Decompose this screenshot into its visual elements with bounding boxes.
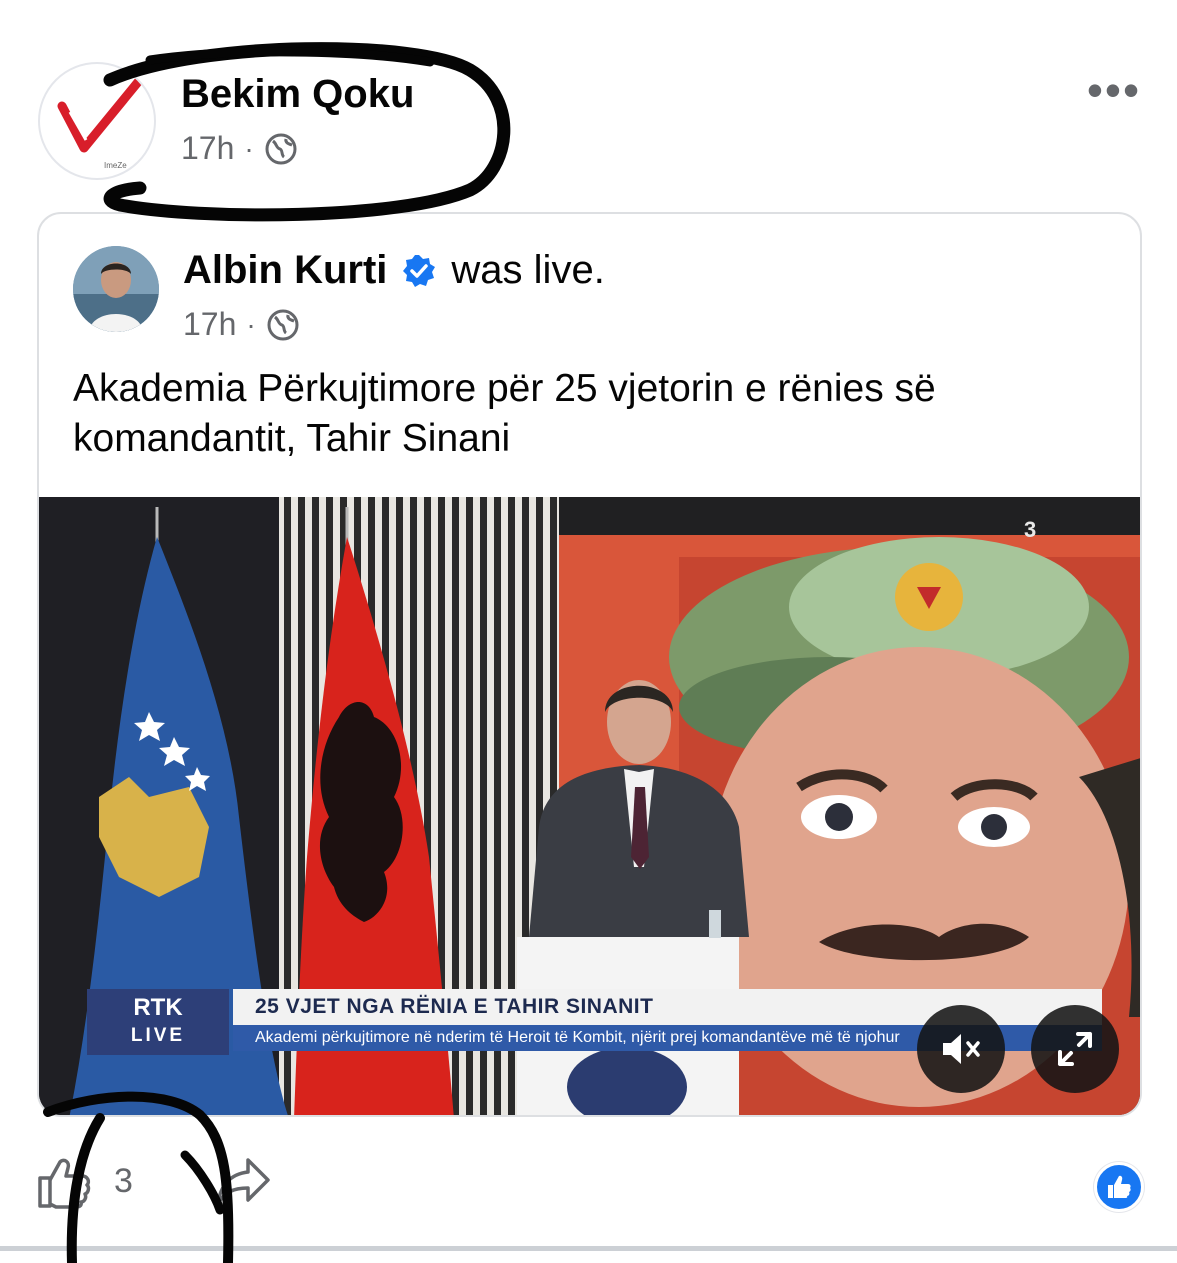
author-line: Albin Kurti was live. bbox=[183, 248, 605, 293]
meta-separator: · bbox=[244, 132, 254, 164]
bottom-divider bbox=[0, 1246, 1177, 1251]
channel-name: RTK bbox=[133, 994, 183, 1021]
post-text: Akademia Përkujtimore për 25 vjetorin e … bbox=[73, 367, 936, 460]
author-name[interactable]: Albin Kurti bbox=[183, 248, 387, 293]
action-bar: 3 bbox=[0, 1140, 1177, 1240]
shared-meta: 17h · bbox=[183, 306, 300, 343]
author-avatar[interactable] bbox=[73, 246, 159, 332]
globe-icon bbox=[265, 133, 297, 164]
post-time[interactable]: 17h bbox=[181, 130, 234, 167]
sharer-name[interactable]: Bekim Qoku bbox=[181, 72, 414, 117]
corner-mark: 3 bbox=[1024, 517, 1036, 542]
like-icon[interactable] bbox=[36, 1154, 92, 1210]
share-icon[interactable] bbox=[214, 1156, 272, 1208]
sharer-avatar[interactable]: ImeZe bbox=[38, 62, 156, 180]
more-options-icon[interactable]: ••• bbox=[1084, 67, 1144, 113]
mute-icon bbox=[943, 1034, 980, 1064]
live-video-player[interactable]: 3 RTK LIVE 25 VJET NGA RËNIA E TAHIR SIN… bbox=[39, 497, 1140, 1115]
shared-time[interactable]: 17h bbox=[183, 306, 236, 343]
shared-meta-separator: · bbox=[246, 308, 256, 340]
globe-icon bbox=[267, 309, 299, 340]
like-reaction-icon[interactable] bbox=[1094, 1162, 1144, 1212]
fullscreen-icon bbox=[1058, 1032, 1092, 1066]
post-header: ImeZe Bekim Qoku 17h · ••• bbox=[0, 0, 1177, 200]
shared-post-card[interactable]: Albin Kurti was live. 17h · Akademia Për… bbox=[37, 212, 1142, 1117]
avatar-caption: ImeZe bbox=[104, 161, 127, 170]
mute-button[interactable] bbox=[917, 1005, 1005, 1093]
post-meta: 17h · bbox=[181, 130, 298, 167]
like-count[interactable]: 3 bbox=[114, 1162, 133, 1201]
verified-badge-icon bbox=[403, 254, 436, 287]
live-status: was live. bbox=[451, 248, 605, 292]
channel-logo: RTK LIVE bbox=[87, 989, 229, 1055]
live-label: LIVE bbox=[130, 1025, 186, 1046]
fullscreen-button[interactable] bbox=[1031, 1005, 1119, 1093]
